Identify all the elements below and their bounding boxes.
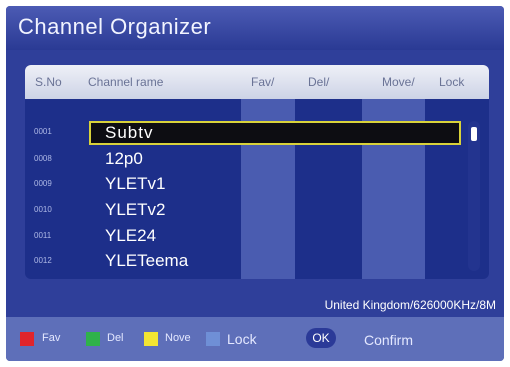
channel-name: 12p0 [105, 149, 143, 168]
channel-row[interactable]: 0008 12p0 [25, 148, 489, 170]
move-key-label: Nove [165, 332, 191, 344]
column-header-del: Del/ [308, 75, 330, 89]
lock-key-label: Lock [227, 331, 257, 347]
confirm-label: Confirm [364, 332, 414, 348]
yellow-key-icon [144, 332, 158, 346]
region-info: United Kingdom/626000KHz/8M [324, 298, 496, 312]
channel-sno: 0011 [34, 231, 52, 240]
scrollbar-thumb[interactable] [471, 127, 477, 141]
channel-row[interactable]: 0012 YLETeema [25, 250, 489, 272]
channel-sno: 0001 [34, 127, 52, 136]
del-key-label: Del [107, 332, 124, 344]
ok-button[interactable]: OK [306, 328, 336, 348]
footer-key-bar: Fav Del Nove Lock OK Confirm [6, 317, 504, 361]
scrollbar[interactable] [468, 121, 480, 271]
channel-organizer-screen: Channel Organizer S.No Channel rame Fav/… [6, 6, 504, 361]
channel-name: YLETeema [105, 251, 189, 270]
channel-row[interactable]: 0001 Subtv [25, 121, 489, 145]
channel-row[interactable]: 0011 YLE24 [25, 225, 489, 247]
page-title: Channel Organizer [18, 14, 212, 39]
channel-list-panel: S.No Channel rame Fav/ Del/ Move/ Lock 0… [25, 65, 489, 279]
title-bar: Channel Organizer [6, 6, 504, 50]
fav-key-label: Fav [42, 332, 61, 344]
column-header-lock: Lock [439, 75, 465, 89]
channel-name: YLETv2 [105, 200, 166, 219]
channel-row[interactable]: 0010 YLETv2 [25, 199, 489, 221]
blue-key-icon [206, 332, 220, 346]
channel-sno: 0008 [34, 154, 52, 163]
channel-name: YLETv1 [105, 174, 166, 193]
channel-name: Subtv [105, 123, 154, 142]
column-header-sno: S.No [35, 75, 62, 89]
green-key-icon [86, 332, 100, 346]
channel-sno: 0009 [34, 179, 52, 188]
channel-sno: 0010 [34, 205, 52, 214]
column-header-move: Move/ [382, 75, 415, 89]
channel-row[interactable]: 0009 YLETv1 [25, 173, 489, 195]
red-key-icon [20, 332, 34, 346]
channel-sno: 0012 [34, 256, 52, 265]
column-header-fav: Fav/ [251, 75, 275, 89]
column-header: S.No Channel rame Fav/ Del/ Move/ Lock [25, 65, 489, 99]
column-header-channel-name: Channel rame [88, 75, 164, 89]
channel-name: YLE24 [105, 226, 157, 245]
